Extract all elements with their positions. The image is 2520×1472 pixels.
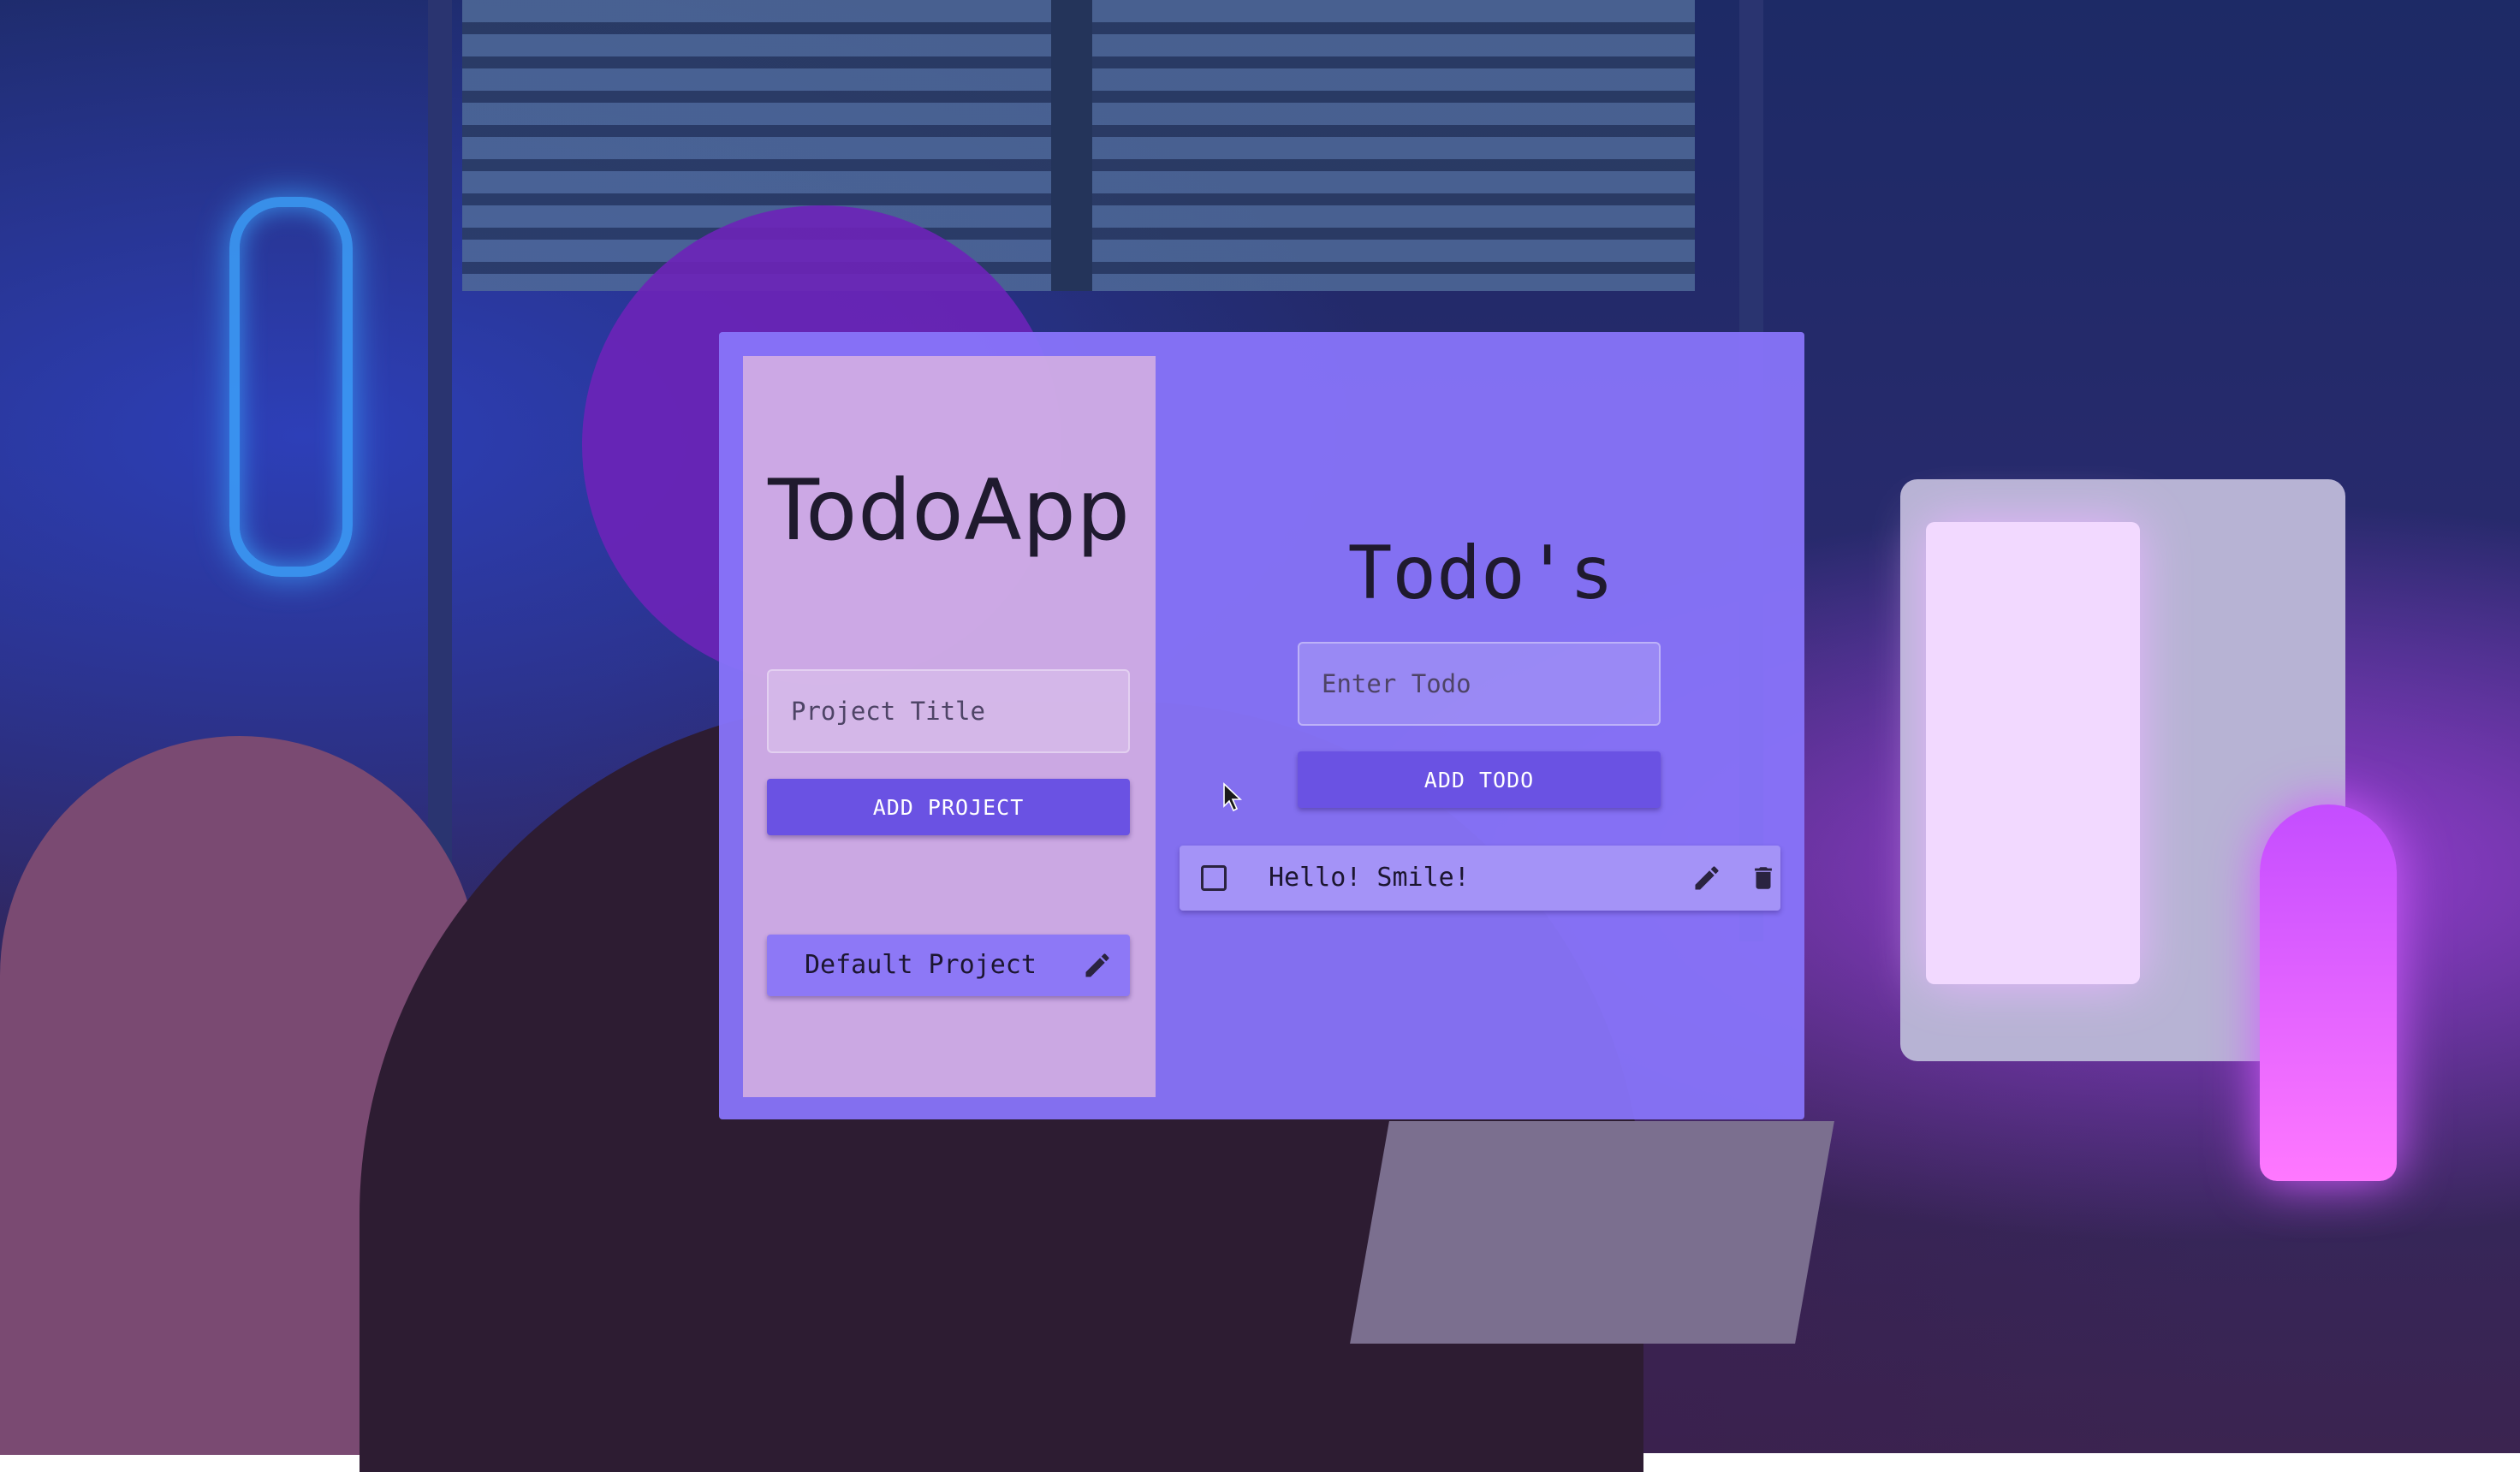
- project-item-default[interactable]: Default Project: [767, 935, 1130, 996]
- project-label: Default Project: [805, 950, 1037, 980]
- monitor-screen: [1926, 522, 2140, 984]
- todo-checkbox[interactable]: [1198, 863, 1229, 893]
- window-divider: [1051, 0, 1092, 291]
- add-project-button[interactable]: ADD PROJECT: [767, 779, 1130, 835]
- todo-input[interactable]: [1298, 642, 1661, 726]
- lava-lamp: [2260, 804, 2397, 1181]
- todo-text: Hello! Smile!: [1269, 863, 1470, 893]
- edit-todo-pencil-icon[interactable]: [1686, 858, 1727, 899]
- add-todo-button[interactable]: ADD TODO: [1298, 751, 1661, 808]
- neon-light: [229, 197, 353, 577]
- project-title-input[interactable]: [767, 669, 1130, 753]
- keyboard: [1350, 1121, 1834, 1344]
- todo-item: Hello! Smile!: [1180, 846, 1780, 911]
- mouse-cursor-icon: [1223, 782, 1243, 812]
- todos-title: Todo's: [1347, 531, 1614, 616]
- pencil-icon[interactable]: [1077, 945, 1118, 986]
- trash-icon[interactable]: [1748, 858, 1779, 899]
- app-title: TodoApp: [768, 462, 1131, 560]
